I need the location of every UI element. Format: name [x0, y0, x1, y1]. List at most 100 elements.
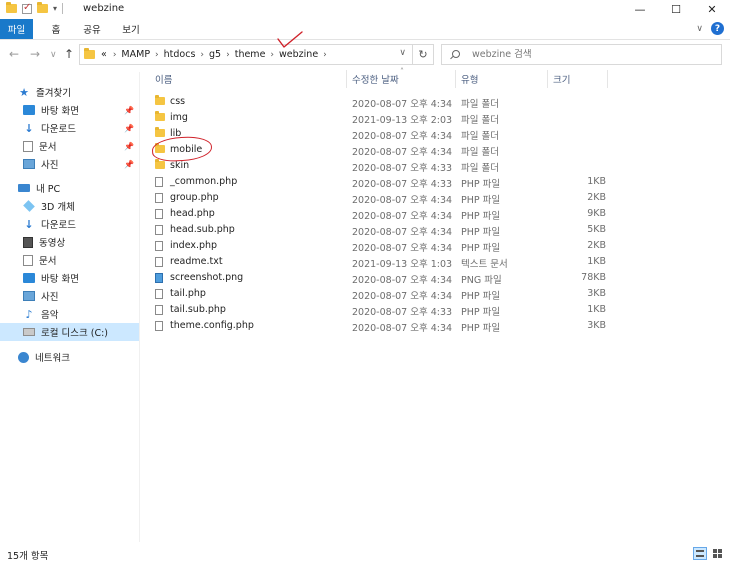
minimize-button[interactable]: —: [622, 0, 658, 18]
table-row[interactable]: screenshot.png 2020-08-07 오후 4:34 PNG 파일 78…: [151, 270, 611, 286]
column-header-name[interactable]: 이름: [155, 70, 345, 88]
up-icon[interactable]: ↑: [64, 47, 74, 61]
maximize-button[interactable]: ☐: [658, 0, 694, 18]
large-icons-view-button[interactable]: [710, 547, 724, 560]
sidebar-item-local-disk[interactable]: 로컬 디스크 (C:): [0, 323, 139, 341]
search-input[interactable]: [472, 49, 712, 60]
table-row[interactable]: head.sub.php 2020-08-07 오후 4:34 PHP 파일 5KB: [151, 222, 611, 238]
tab-share[interactable]: 공유: [78, 20, 106, 38]
sidebar-item-downloads[interactable]: ↓ 다운로드 📌: [0, 119, 139, 137]
navigation-pane: ★ 즐겨찾기 바탕 화면 📌 ↓ 다운로드 📌 문서 📌 사진 📌 내 PC 3…: [0, 72, 140, 542]
table-row[interactable]: lib 2020-08-07 오후 4:34 파일 폴더: [151, 126, 611, 142]
chevron-right-icon[interactable]: ›: [226, 50, 230, 60]
chevron-right-icon[interactable]: ›: [200, 50, 204, 60]
customize-toolbar-icon[interactable]: ▾: [53, 4, 57, 13]
tab-view[interactable]: 보기: [117, 20, 145, 38]
file-name: _common.php: [170, 176, 238, 187]
sidebar-item-label: 음악: [41, 310, 59, 321]
chevron-right-icon[interactable]: ›: [113, 50, 117, 60]
sidebar-item-3d-objects[interactable]: 3D 개체: [0, 197, 139, 215]
sidebar-item-music[interactable]: ♪ 음악: [0, 305, 139, 323]
table-row[interactable]: _common.php 2020-08-07 오후 4:33 PHP 파일 1KB: [151, 174, 611, 190]
sidebar-item-pc-documents[interactable]: 문서: [0, 251, 139, 269]
column-header-size[interactable]: 크기: [553, 70, 603, 88]
table-row[interactable]: img 2021-09-13 오후 2:03 파일 폴더: [151, 110, 611, 126]
file-name: group.php: [170, 192, 219, 203]
file-icon: [155, 289, 163, 299]
sidebar-item-pictures[interactable]: 사진 📌: [0, 155, 139, 173]
properties-icon[interactable]: [22, 2, 32, 14]
breadcrumb-overflow[interactable]: «: [101, 49, 107, 60]
sidebar-item-documents[interactable]: 문서 📌: [0, 137, 139, 155]
chevron-right-icon[interactable]: ›: [323, 50, 327, 60]
breadcrumb-mamp[interactable]: MAMP: [121, 49, 150, 60]
recent-locations-icon[interactable]: ∨: [50, 50, 57, 60]
chevron-right-icon[interactable]: ›: [270, 50, 274, 60]
image-file-icon: [155, 273, 163, 283]
help-icon[interactable]: ?: [711, 22, 724, 35]
sidebar-item-pc-downloads[interactable]: ↓ 다운로드: [0, 215, 139, 233]
file-name: tail.sub.php: [170, 304, 226, 315]
column-header-type[interactable]: 유형: [461, 70, 541, 88]
address-dropdown-icon[interactable]: ∨: [399, 48, 406, 58]
new-folder-icon[interactable]: [37, 2, 48, 13]
table-row[interactable]: tail.php 2020-08-07 오후 4:34 PHP 파일 3KB: [151, 286, 611, 302]
sidebar-item-this-pc[interactable]: 내 PC: [0, 179, 139, 197]
pin-icon[interactable]: 📌: [124, 142, 134, 151]
file-date: 2020-08-07 오후 4:33: [352, 163, 453, 174]
title-bar: ▾ webzine — ☐ ✕: [0, 0, 730, 18]
star-icon: ★: [19, 85, 29, 99]
tab-home[interactable]: 홈: [45, 20, 67, 38]
file-type: PHP 파일: [461, 291, 501, 302]
file-name: index.php: [170, 240, 218, 251]
table-row[interactable]: css 2020-08-07 오후 4:34 파일 폴더: [151, 94, 611, 110]
divider: [346, 70, 347, 88]
file-size: 1KB: [587, 256, 606, 267]
expand-ribbon-icon[interactable]: ∨: [696, 24, 703, 34]
file-type: 파일 폴더: [461, 115, 499, 126]
file-name: skin: [170, 160, 190, 171]
network-icon: [18, 351, 29, 363]
sidebar-item-pc-desktop[interactable]: 바탕 화면: [0, 269, 139, 287]
breadcrumb-htdocs[interactable]: htdocs: [164, 49, 196, 60]
document-icon: [23, 254, 33, 266]
table-row[interactable]: tail.sub.php 2020-08-07 오후 4:33 PHP 파일 1KB: [151, 302, 611, 318]
window-title: webzine: [83, 3, 125, 14]
drive-icon: [23, 328, 35, 336]
sidebar-item-pc-pictures[interactable]: 사진: [0, 287, 139, 305]
breadcrumb-webzine[interactable]: webzine: [279, 49, 318, 60]
file-name: readme.txt: [170, 256, 223, 267]
close-button[interactable]: ✕: [694, 0, 730, 18]
table-row[interactable]: index.php 2020-08-07 오후 4:34 PHP 파일 2KB: [151, 238, 611, 254]
file-date: 2020-08-07 오후 4:34: [352, 195, 453, 206]
sidebar-item-videos[interactable]: 동영상: [0, 233, 139, 251]
breadcrumb-g5[interactable]: g5: [209, 49, 221, 60]
table-row[interactable]: skin 2020-08-07 오후 4:33 파일 폴더: [151, 158, 611, 174]
breadcrumb-theme[interactable]: theme: [235, 49, 266, 60]
table-row[interactable]: theme.config.php 2020-08-07 오후 4:34 PHP 파일…: [151, 318, 611, 334]
table-row[interactable]: head.php 2020-08-07 오후 4:34 PHP 파일 9KB: [151, 206, 611, 222]
pin-icon[interactable]: 📌: [124, 160, 134, 169]
desktop-icon: [23, 105, 35, 115]
details-view-button[interactable]: [693, 547, 707, 560]
file-type: PHP 파일: [461, 179, 501, 190]
pin-icon[interactable]: 📌: [124, 124, 134, 133]
forward-icon[interactable]: →: [30, 47, 40, 61]
search-box[interactable]: [441, 44, 722, 65]
sidebar-item-quick-access[interactable]: ★ 즐겨찾기: [0, 83, 139, 101]
sidebar-item-network[interactable]: 네트워크: [0, 348, 139, 366]
sidebar-item-label: 사진: [41, 292, 59, 303]
sidebar-item-desktop[interactable]: 바탕 화면 📌: [0, 101, 139, 119]
chevron-right-icon[interactable]: ›: [155, 50, 159, 60]
pin-icon[interactable]: 📌: [124, 106, 134, 115]
table-row[interactable]: readme.txt 2021-09-13 오후 1:03 텍스트 문서 1KB: [151, 254, 611, 270]
table-row[interactable]: mobile 2020-08-07 오후 4:34 파일 폴더: [151, 142, 611, 158]
address-bar[interactable]: « › MAMP › htdocs › g5 › theme › webzine…: [79, 44, 413, 65]
file-date: 2021-09-13 오후 1:03: [352, 259, 453, 270]
table-row[interactable]: group.php 2020-08-07 오후 4:34 PHP 파일 2KB: [151, 190, 611, 206]
column-header-date[interactable]: 수정한 날짜: [352, 70, 452, 88]
refresh-button[interactable]: ↻: [413, 44, 434, 65]
back-icon[interactable]: ←: [9, 47, 19, 61]
status-bar: 15개 항목: [0, 544, 730, 563]
tab-file[interactable]: 파일: [0, 19, 33, 39]
